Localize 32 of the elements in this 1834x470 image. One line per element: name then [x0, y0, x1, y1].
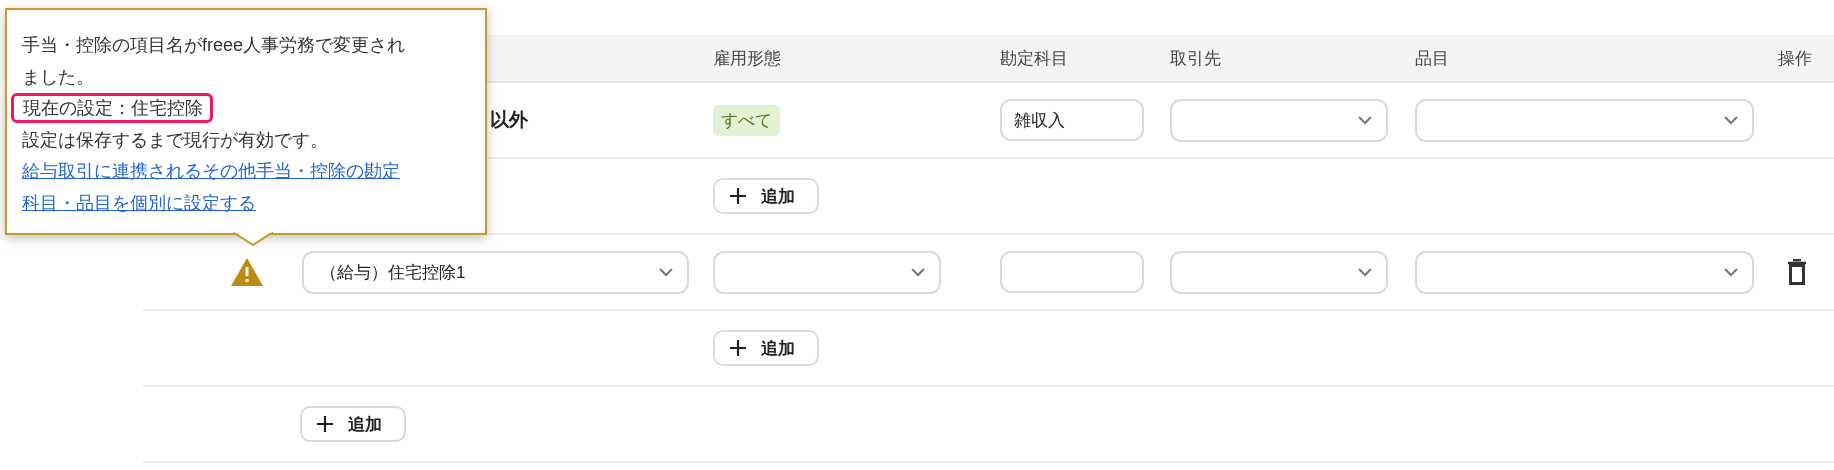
- employment-tag: すべて: [713, 104, 780, 136]
- add-button[interactable]: 追加: [713, 178, 819, 214]
- chevron-down-icon: [1724, 115, 1738, 125]
- add-button[interactable]: 追加: [300, 406, 406, 442]
- chevron-down-icon: [911, 267, 925, 277]
- partner-select[interactable]: [1170, 250, 1388, 294]
- column-header: 取引先: [1157, 35, 1402, 83]
- tooltip-note: 設定は保存するまで現行が有効です。: [22, 128, 329, 152]
- column-header: 操作: [1757, 35, 1834, 83]
- column-header: 品目: [1402, 35, 1757, 83]
- plus-icon: [729, 339, 747, 357]
- partner-select[interactable]: [1170, 98, 1388, 142]
- employment-select[interactable]: [713, 250, 941, 294]
- account-field[interactable]: [1000, 251, 1144, 293]
- settings-link[interactable]: 給与取引に連携されるその他手当・控除の勘定科目・品目を個別に設定する: [22, 156, 416, 219]
- plus-icon: [316, 415, 334, 433]
- account-field[interactable]: 雑収入: [1000, 99, 1144, 141]
- product-select[interactable]: [1415, 98, 1754, 142]
- add-button[interactable]: 追加: [713, 330, 819, 366]
- tooltip-message: 手当・控除の項目名がfreee人事労務で変更されました。: [22, 34, 407, 89]
- column-header: 勘定科目: [987, 35, 1157, 83]
- chevron-down-icon: [1358, 115, 1372, 125]
- plus-icon: [729, 187, 747, 205]
- chevron-down-icon: [1724, 267, 1738, 277]
- current-setting-text: 現在の設定：住宅控除: [11, 93, 213, 123]
- chevron-down-icon: [1358, 267, 1372, 277]
- product-select[interactable]: [1415, 250, 1754, 294]
- item-name: 以外: [490, 108, 528, 132]
- item-select[interactable]: （給与）住宅控除1: [302, 250, 689, 294]
- column-header: 雇用形態: [700, 35, 987, 83]
- trash-icon[interactable]: [1787, 259, 1807, 285]
- chevron-down-icon: [659, 267, 673, 277]
